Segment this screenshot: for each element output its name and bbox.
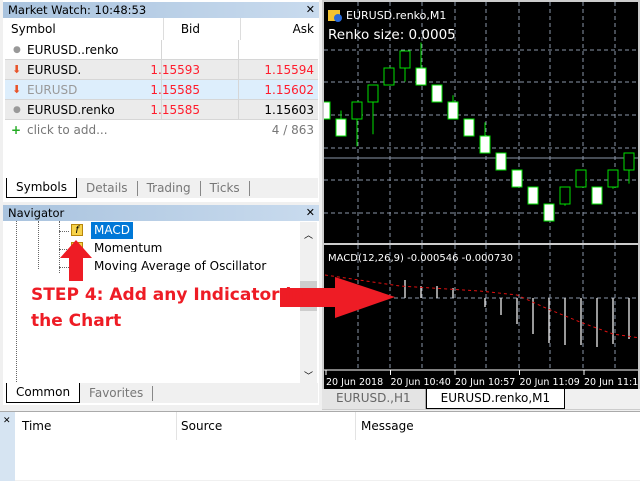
renko-brick — [623, 152, 635, 171]
chart-tab-eurusd-renko-m1[interactable]: EURUSD.renko,M1 — [425, 389, 566, 409]
time-axis-label: 20 Jun 10:57 — [455, 377, 515, 388]
header-bid[interactable]: Bid — [181, 18, 200, 40]
renko-brick — [495, 152, 507, 171]
header-time[interactable]: Time — [22, 419, 51, 433]
renko-brick — [351, 101, 363, 120]
chart-title: EURUSD.renko,M1 — [346, 9, 446, 22]
down-arrow-icon: ⬇ — [12, 63, 22, 76]
renko-brick — [383, 67, 395, 86]
symbol-name: EURUSD..renko — [27, 43, 119, 57]
symbol-count: 4 / 863 — [271, 123, 314, 137]
nav-item-osma[interactable]: Moving Average of Oscillator — [71, 258, 291, 272]
time-axis-label: 20 Jun 11:09 — [520, 377, 580, 388]
chart-tab-eurusd-h1[interactable]: EURUSD.,H1 — [322, 389, 426, 409]
symbol-row[interactable]: ⬇ EURUSD. 1.15593 1.15594 — [5, 60, 318, 80]
market-watch-panel: Market Watch: 10:48:53 ✕ Symbol Bid Ask … — [3, 0, 319, 202]
close-icon[interactable]: ✕ — [3, 416, 11, 426]
nav-item-label: MACD — [91, 222, 133, 239]
symbol-name: EURUSD — [27, 83, 78, 97]
renko-brick — [447, 101, 459, 120]
plus-icon: + — [11, 123, 22, 137]
down-arrow-icon: ⬇ — [12, 83, 22, 96]
bid-price: 1.15585 — [150, 103, 200, 117]
add-symbol-label[interactable]: click to add... — [27, 120, 108, 140]
nav-item-label: Moving Average of Oscillator — [94, 259, 267, 272]
market-watch-tabs: Symbols Details Trading Ticks — [6, 178, 318, 198]
renko-brick — [575, 169, 587, 188]
market-watch-title: Market Watch: 10:48:53 — [8, 3, 147, 17]
market-watch-titlebar: Market Watch: 10:48:53 ✕ — [3, 2, 319, 18]
renko-brick — [399, 50, 411, 69]
chart-tabs: EURUSD.,H1 EURUSD.renko,M1 — [322, 389, 640, 409]
ask-price: 1.15602 — [264, 83, 314, 97]
symbol-row[interactable]: ● EURUSD..renko — [5, 40, 318, 60]
gear-icon — [334, 14, 342, 22]
close-icon[interactable]: ✕ — [306, 2, 315, 18]
renko-brick — [431, 84, 443, 103]
renko-brick — [591, 186, 603, 205]
symbol-name: EURUSD. — [27, 63, 82, 77]
renko-brick — [479, 135, 491, 154]
ask-price: 1.15603 — [264, 103, 314, 117]
renko-brick — [367, 84, 379, 103]
indicator-function-icon: f — [71, 224, 83, 236]
chart-window[interactable]: 20 Jun 2018 20 Jun 10:40 20 Jun 10:57 20 Ju… — [322, 0, 640, 410]
close-icon[interactable]: ✕ — [306, 205, 315, 221]
tab-details[interactable]: Details — [77, 181, 138, 196]
renko-brick — [463, 118, 475, 137]
inactive-circle-icon: ● — [13, 105, 21, 115]
bid-price: 1.15585 — [150, 83, 200, 97]
symbol-row[interactable]: ⬇ EURUSD 1.15585 1.15602 — [5, 80, 318, 100]
navigator-title: Navigator — [8, 206, 65, 220]
tab-favorites[interactable]: Favorites — [80, 386, 154, 401]
table-header: Symbol Bid Ask — [5, 18, 318, 40]
tab-symbols[interactable]: Symbols — [6, 178, 77, 198]
symbol-row[interactable]: ● EURUSD.renko 1.15585 1.15603 — [5, 100, 318, 120]
renko-brick — [415, 67, 427, 86]
time-axis-label: 20 Jun 10:40 — [391, 377, 451, 388]
renko-brick — [607, 169, 619, 188]
chart-canvas[interactable]: 20 Jun 2018 20 Jun 10:40 20 Jun 10:57 20 Ju… — [324, 2, 638, 408]
renko-brick — [543, 203, 555, 222]
renko-brick — [527, 186, 539, 205]
ask-price: 1.15594 — [264, 63, 314, 77]
header-ask[interactable]: Ask — [293, 18, 314, 40]
renko-brick — [559, 186, 571, 205]
renko-brick — [324, 101, 331, 120]
annotation-line-2: the Chart — [31, 311, 122, 331]
time-axis-label: 20 Jun 2018 — [326, 377, 383, 388]
header-message[interactable]: Message — [361, 419, 414, 433]
toolbox-panel: ✕ Time Source Message — [0, 411, 640, 481]
step-annotation: STEP 4: Add any Indicator in the Chart — [31, 282, 303, 334]
header-symbol[interactable]: Symbol — [11, 18, 56, 40]
navigator-titlebar: Navigator ✕ — [3, 205, 319, 221]
add-symbol-row[interactable]: + click to add... 4 / 863 — [5, 120, 318, 140]
indicator-function-icon — [71, 242, 83, 254]
tab-ticks[interactable]: Ticks — [201, 181, 250, 196]
macd-label: MACD(12,26,9) -0.000546 -0.000730 — [328, 253, 513, 264]
inactive-circle-icon: ● — [13, 45, 21, 55]
nav-item-label: Momentum — [94, 241, 163, 255]
tab-trading[interactable]: Trading — [138, 181, 201, 196]
tab-common[interactable]: Common — [6, 383, 81, 403]
renko-brick — [511, 169, 523, 188]
symbol-name: EURUSD.renko — [27, 103, 115, 117]
scroll-down-icon[interactable]: ﹀ — [300, 369, 317, 382]
navigator-tabs: Common Favorites — [6, 383, 318, 403]
time-axis-label: 20 Jun 11:13 — [584, 377, 638, 388]
annotation-line-1: STEP 4: Add any Indicator in — [31, 285, 304, 305]
renko-brick — [335, 118, 347, 137]
header-source[interactable]: Source — [181, 419, 222, 433]
scroll-up-icon[interactable]: ︿ — [300, 228, 317, 241]
renko-size-label: Renko size: 0.0005 — [328, 27, 456, 43]
bid-price: 1.15593 — [150, 63, 200, 77]
toolbox-sidebar: ✕ — [0, 412, 15, 481]
macd-signal-line — [324, 274, 638, 339]
